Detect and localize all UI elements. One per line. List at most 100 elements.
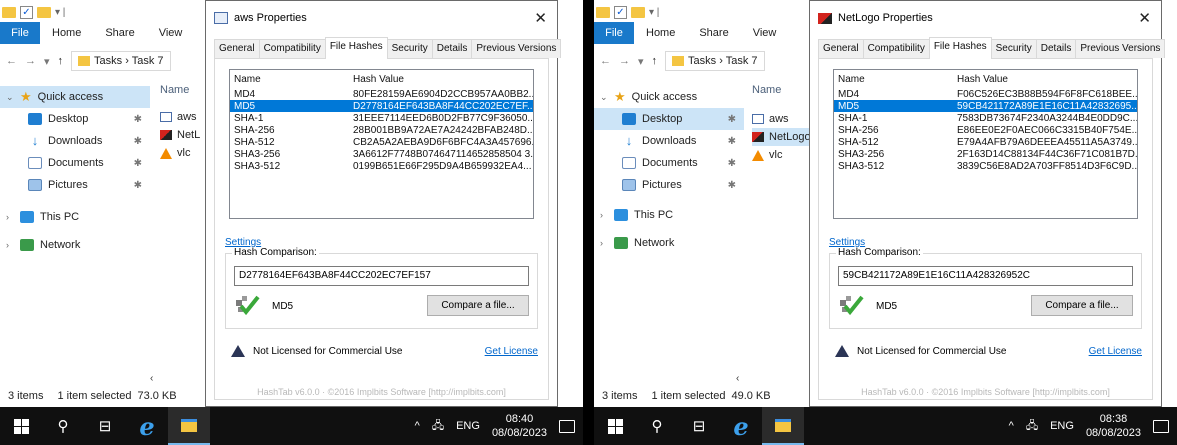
hash-row-sha512[interactable]: SHA-512 CB2A5A2AEBA9D6F6BFC4A3A457696... — [230, 136, 533, 148]
compare-file-button[interactable]: Compare a file... — [1031, 295, 1133, 316]
nav-documents[interactable]: Documents ✱ — [0, 152, 150, 174]
tab-share[interactable]: Share — [687, 22, 740, 44]
tab-details[interactable]: Details — [1035, 39, 1077, 58]
hash-row-sha3-512[interactable]: SHA3-512 0199B651E66F295D9A4B659932EA4... — [230, 160, 533, 172]
tab-home[interactable]: Home — [40, 22, 93, 44]
nav-this-pc[interactable]: › This PC — [0, 206, 150, 228]
nav-downloads[interactable]: ↓ Downloads ✱ — [594, 130, 744, 152]
recent-dropdown-icon[interactable]: ▾ — [638, 55, 644, 68]
column-header-name[interactable]: Name — [160, 84, 200, 102]
close-icon[interactable]: ✕ — [1138, 9, 1151, 27]
hash-row-sha512[interactable]: SHA-512 E79A4AFB79A6DEEEA45511A5A3749... — [834, 136, 1137, 148]
internet-explorer-icon[interactable]: e — [720, 407, 762, 445]
notification-icon[interactable] — [1153, 419, 1169, 433]
qat-dropdown-icon[interactable]: ▾ | — [55, 7, 65, 18]
new-folder-icon[interactable] — [631, 6, 645, 18]
search-icon[interactable]: ⚲ — [636, 407, 678, 445]
nav-quick-access[interactable]: ⌄ ★ Quick access — [0, 86, 150, 108]
tab-security[interactable]: Security — [990, 39, 1037, 58]
nav-quick-access[interactable]: ⌄ ★ Quick access — [594, 86, 744, 108]
start-button[interactable] — [0, 407, 42, 445]
recent-dropdown-icon[interactable]: ▾ — [44, 55, 50, 68]
expand-chevron-icon[interactable]: › — [600, 238, 608, 248]
hashtab-footer[interactable]: HashTab v6.0.0 · ©2016 Implbits Software… — [215, 387, 548, 397]
search-icon[interactable]: ⚲ — [42, 407, 84, 445]
list-item[interactable]: vlc — [160, 144, 200, 162]
properties-check-icon[interactable]: ✓ — [20, 5, 33, 19]
tab-view[interactable]: View — [147, 22, 195, 44]
hash-list[interactable]: Name Hash Value MD4 F06C526EC3B88B594F6F8… — [833, 69, 1138, 219]
chevron-up-icon[interactable]: ^ — [1009, 420, 1014, 432]
breadcrumb[interactable]: Tasks › Task 7 — [71, 51, 171, 71]
tab-home[interactable]: Home — [634, 22, 687, 44]
qat-dropdown-icon[interactable]: ▾ | — [649, 7, 659, 18]
tab-file[interactable]: File — [0, 22, 40, 44]
back-icon[interactable]: ← — [600, 55, 611, 67]
up-icon[interactable]: ↑ — [58, 55, 64, 67]
expand-chevron-icon[interactable]: ⌄ — [6, 92, 14, 103]
list-item[interactable]: NetLogo — [752, 128, 811, 146]
chevron-up-icon[interactable]: ^ — [415, 420, 420, 432]
notification-icon[interactable] — [559, 419, 575, 433]
list-item[interactable]: aws — [160, 108, 200, 126]
tab-general[interactable]: General — [214, 39, 260, 58]
tab-view[interactable]: View — [741, 22, 789, 44]
hashtab-footer[interactable]: HashTab v6.0.0 · ©2016 Implbits Software… — [819, 387, 1152, 397]
tab-compatibility[interactable]: Compatibility — [258, 39, 326, 58]
tab-compatibility[interactable]: Compatibility — [862, 39, 930, 58]
list-item[interactable]: vlc — [752, 146, 811, 164]
file-explorer-taskbar-button[interactable] — [762, 407, 804, 445]
hash-row-sha1[interactable]: SHA-1 7583DB73674F2340A3244B4E0DD9C... — [834, 112, 1137, 124]
column-header-name[interactable]: Name — [752, 84, 811, 102]
nav-network[interactable]: › Network — [0, 234, 150, 256]
nav-downloads[interactable]: ↓ Downloads ✱ — [0, 130, 150, 152]
dialog-titlebar[interactable]: NetLogo Properties — [810, 1, 1161, 35]
expand-chevron-icon[interactable]: › — [6, 212, 14, 222]
language-indicator[interactable]: ENG — [1050, 420, 1074, 432]
expand-chevron-icon[interactable]: › — [600, 210, 608, 220]
tab-previous-versions[interactable]: Previous Versions — [1075, 39, 1166, 58]
back-icon[interactable]: ← — [6, 55, 17, 67]
language-indicator[interactable]: ENG — [456, 420, 480, 432]
forward-icon[interactable]: → — [25, 55, 36, 67]
list-item[interactable]: NetL — [160, 126, 200, 144]
properties-check-icon[interactable]: ✓ — [614, 5, 627, 19]
file-explorer-taskbar-button[interactable] — [168, 407, 210, 445]
start-button[interactable] — [594, 407, 636, 445]
list-item[interactable]: aws — [752, 110, 811, 128]
column-header-hash[interactable]: Hash Value — [957, 74, 1137, 85]
breadcrumb[interactable]: Tasks › Task 7 — [665, 51, 765, 71]
tab-share[interactable]: Share — [93, 22, 146, 44]
task-view-icon[interactable]: ⊟ — [678, 407, 720, 445]
nav-desktop[interactable]: Desktop ✱ — [594, 108, 744, 130]
scroll-left-arrow-icon[interactable]: ‹ — [150, 373, 190, 385]
internet-explorer-icon[interactable]: e — [126, 407, 168, 445]
hash-row-sha3-256[interactable]: SHA3-256 2F163D14C88134F44C36F71C081B7D..… — [834, 148, 1137, 160]
hash-row-sha1[interactable]: SHA-1 31EEE7114EED6B0D2FB77C9F36050... — [230, 112, 533, 124]
hash-comparison-input[interactable]: D2778164EF643BA8F44CC202EC7EF157 — [234, 266, 529, 286]
clock[interactable]: 08:38 08/08/2023 — [1086, 412, 1141, 440]
hash-row-sha256[interactable]: SHA-256 E86EE0E2F0AEC066C3315B40F754E... — [834, 124, 1137, 136]
tab-general[interactable]: General — [818, 39, 864, 58]
up-icon[interactable]: ↑ — [652, 55, 658, 67]
tab-security[interactable]: Security — [386, 39, 433, 58]
hash-comparison-input[interactable]: 59CB421172A89E1E16C11A428326952C — [838, 266, 1133, 286]
tab-details[interactable]: Details — [431, 39, 473, 58]
hash-row-md5[interactable]: MD5 59CB421172A89E1E16C11A42832695... — [834, 100, 1137, 112]
hash-row-md4[interactable]: MD4 80FE28159AE6904D2CCB957AA0BB2... — [230, 88, 533, 100]
scroll-left-arrow-icon[interactable]: ‹ — [736, 373, 776, 385]
hash-list[interactable]: Name Hash Value MD4 80FE28159AE6904D2CCB9… — [229, 69, 534, 219]
hash-row-md5[interactable]: MD5 D2778164EF643BA8F44CC202EC7EF... — [230, 100, 533, 112]
task-view-icon[interactable]: ⊟ — [84, 407, 126, 445]
new-folder-icon[interactable] — [37, 6, 51, 18]
dialog-titlebar[interactable]: aws Properties — [206, 1, 557, 35]
get-license-link[interactable]: Get License — [485, 346, 538, 357]
hash-row-sha256[interactable]: SHA-256 28B001BB9A72AE7A24242BFAB248D... — [230, 124, 533, 136]
tab-previous-versions[interactable]: Previous Versions — [471, 39, 562, 58]
close-icon[interactable]: ✕ — [534, 9, 547, 27]
tab-file-hashes[interactable]: File Hashes — [928, 37, 992, 59]
hash-row-sha3-256[interactable]: SHA3-256 3A6612F7748B074647114652858504 3… — [230, 148, 533, 160]
column-header-name[interactable]: Name — [834, 74, 957, 85]
tab-file[interactable]: File — [594, 22, 634, 44]
network-tray-icon[interactable]: 🖧 — [432, 417, 444, 436]
